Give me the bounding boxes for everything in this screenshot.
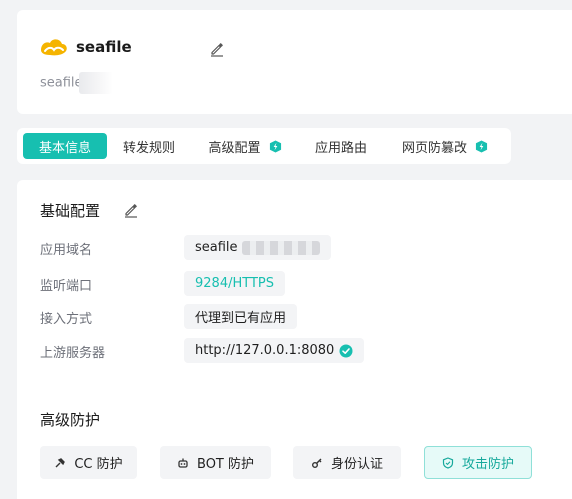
shield-icon (442, 456, 454, 469)
edit-icon[interactable] (209, 41, 225, 57)
tab-bar: 基本信息 转发规则 高级配置 应用路由 网页防篡改 (17, 128, 511, 164)
tab-label: 高级配置 (208, 140, 261, 156)
bot-protection-label: BOT 防护 (197, 457, 254, 472)
domain-label: 应用域名 (40, 243, 93, 258)
advanced-protection-title: 高级防护 (40, 411, 101, 429)
redacted-blur (78, 72, 113, 94)
tab-label: 转发规则 (122, 140, 175, 156)
upstream-value-text: http://127.0.0.1:8080 (195, 343, 335, 358)
redacted-blur (241, 240, 320, 255)
attack-protection-button[interactable]: 攻击防护 (424, 446, 532, 479)
app-subtitle: seafile (40, 72, 113, 94)
tab-advanced-config[interactable]: 高级配置 (200, 133, 290, 159)
app-subtitle-text: seafile (40, 75, 83, 91)
port-value: 9284/HTTPS (184, 271, 285, 296)
robot-icon (178, 458, 188, 468)
attack-protection-label: 攻击防护 (461, 457, 514, 472)
tab-basic-info[interactable]: 基本信息 (23, 133, 107, 159)
identity-auth-button[interactable]: 身份认证 (293, 446, 401, 479)
pin-icon (55, 457, 66, 467)
identity-auth-label: 身份认证 (330, 457, 383, 472)
key-icon (311, 458, 322, 468)
access-mode-value: 代理到已有应用 (184, 304, 298, 329)
access-mode-label: 接入方式 (40, 312, 93, 327)
basic-config-title: 基础配置 (40, 202, 101, 220)
tab-label: 基本信息 (38, 140, 91, 156)
seafile-logo-icon (41, 39, 67, 56)
premium-badge-icon (269, 139, 281, 153)
basic-config-card: 基础配置 应用域名 seafile 监听端口 9284/HTTPS 接入方式 代… (17, 180, 572, 499)
premium-badge-icon (475, 139, 488, 153)
port-label: 监听端口 (40, 279, 93, 294)
cc-protection-label: CC 防护 (74, 457, 123, 472)
bot-protection-button[interactable]: BOT 防护 (160, 446, 271, 479)
tab-label: 应用路由 (314, 140, 367, 156)
edit-icon[interactable] (123, 202, 139, 218)
check-circle-icon (339, 344, 353, 357)
tab-web-tamper-protection[interactable]: 网页防篡改 (393, 133, 497, 159)
cc-protection-button[interactable]: CC 防护 (40, 446, 137, 479)
tab-app-routing[interactable]: 应用路由 (305, 133, 377, 159)
upstream-value: http://127.0.0.1:8080 (184, 338, 365, 363)
upstream-label: 上游服务器 (40, 346, 106, 361)
domain-value: seafile (184, 235, 331, 260)
tab-forward-rules[interactable]: 转发规则 (113, 133, 185, 159)
app-header-card: seafile seafile (17, 10, 572, 114)
domain-value-text: seafile (195, 240, 238, 255)
app-title: seafile (76, 38, 132, 56)
tab-label: 网页防篡改 (401, 140, 467, 156)
